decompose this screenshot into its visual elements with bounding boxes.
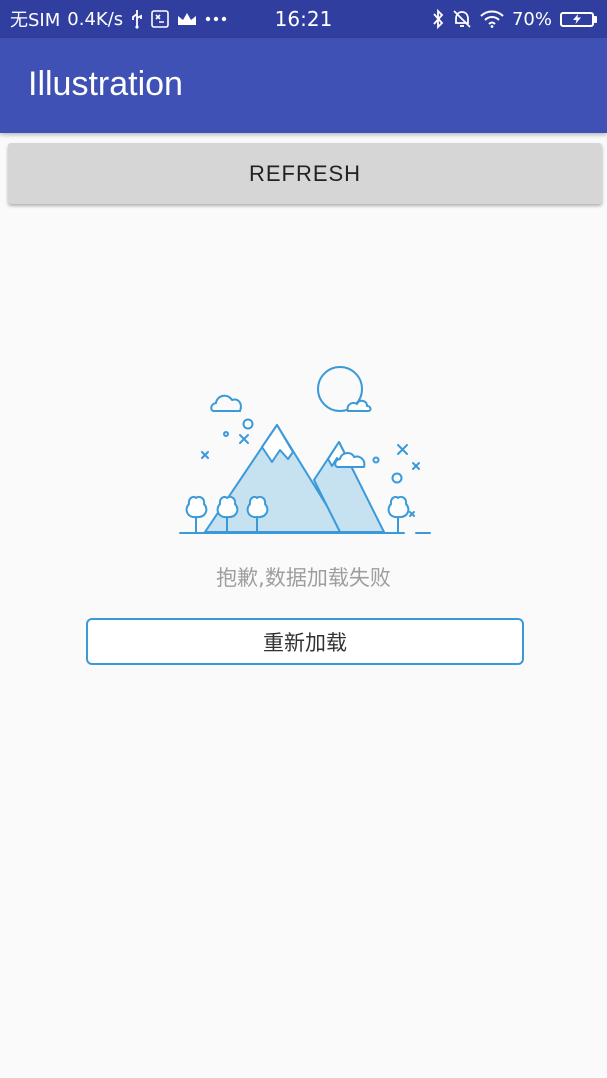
refresh-button[interactable]: REFRESH	[8, 143, 602, 204]
status-left: 无SIM 0.4K/s	[10, 6, 432, 32]
more-icon	[205, 16, 227, 22]
status-right: 70%	[432, 9, 597, 30]
status-bar: 无SIM 0.4K/s 16:21 70%	[0, 0, 607, 38]
error-message: 抱歉,数据加载失败	[216, 566, 391, 590]
battery-charging-icon	[560, 11, 597, 27]
crown-icon	[176, 11, 198, 27]
usb-icon	[130, 9, 144, 29]
wifi-icon	[480, 10, 504, 28]
alarm-off-icon	[452, 9, 472, 29]
battery-percent: 70%	[511, 8, 552, 30]
carrier-label: 无SIM	[10, 10, 61, 31]
network-speed: 0.4K/s	[67, 8, 124, 30]
app-bar: Illustration	[0, 38, 607, 133]
page-title: Illustration	[28, 65, 183, 103]
bluetooth-icon	[432, 9, 444, 29]
reload-button[interactable]: 重新加载	[86, 618, 524, 665]
debug-icon	[151, 10, 169, 28]
mountain-landscape-illustration	[176, 362, 436, 538]
